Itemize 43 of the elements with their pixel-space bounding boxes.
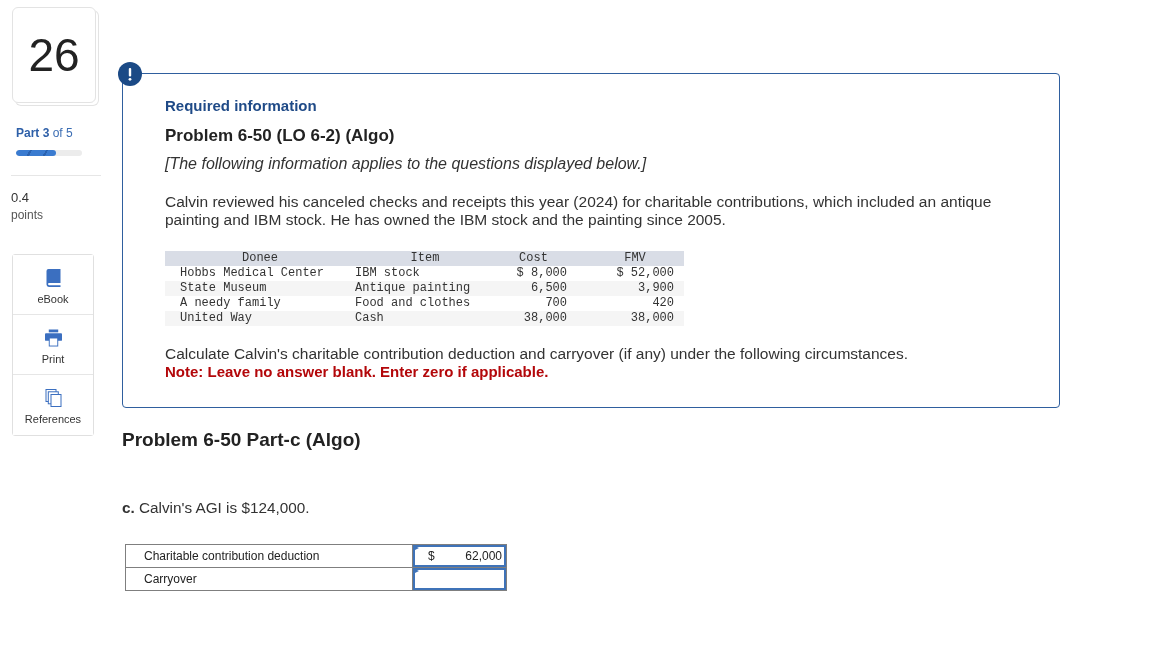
row-label: Carryover — [125, 567, 413, 591]
table-cell: IBM stock — [355, 266, 495, 281]
table-cell: 3,900 — [572, 281, 684, 296]
question-number: 26 — [12, 7, 96, 103]
alert-icon — [118, 62, 142, 86]
column-header: FMV — [572, 251, 684, 266]
problem-title: Problem 6-50 (LO 6-2) (Algo) — [165, 126, 396, 146]
points-value: 0.4 — [11, 190, 31, 206]
documents-icon — [44, 389, 62, 407]
corner-marker-icon — [413, 545, 419, 551]
table-cell: 420 — [572, 296, 684, 311]
table-cell: State Museum — [165, 281, 355, 296]
part-title: Problem 6-50 Part-c (Algo) — [122, 429, 362, 451]
section-heading: Required information — [165, 97, 318, 115]
table-cell: United Way — [165, 311, 355, 326]
row-label: Charitable contribution deduction — [125, 544, 413, 568]
note-text: Note: Leave no answer blank. Enter zero if applicable. — [165, 363, 550, 381]
intro-text: [The following information applies to the questions displayed below.] — [165, 154, 648, 174]
table-cell: Antique painting — [355, 281, 495, 296]
table-cell: $ 52,000 — [572, 266, 684, 281]
question-text: c. Calvin's AGI is $124,000. — [122, 498, 311, 518]
currency-prefix: $ — [428, 548, 435, 564]
tool-button[interactable]: eBook — [13, 255, 93, 315]
table-cell: 6,500 — [495, 281, 572, 296]
corner-marker-icon — [413, 568, 419, 574]
table-cell: Cash — [355, 311, 495, 326]
table-cell: A needy family — [165, 296, 355, 311]
part-indicator: Part 3 of 5 — [16, 125, 74, 141]
table-cell: $ 8,000 — [495, 266, 572, 281]
table-cell: Food and clothes — [355, 296, 495, 311]
book-icon — [44, 269, 62, 287]
printer-icon — [44, 329, 62, 347]
table-cell: 700 — [495, 296, 572, 311]
table-cell: Hobbs Medical Center — [165, 266, 355, 281]
points-label: points — [11, 208, 45, 222]
table-cell: 38,000 — [572, 311, 684, 326]
column-header: Donee — [165, 251, 355, 266]
answer-field[interactable] — [413, 568, 506, 590]
table-cell: 38,000 — [495, 311, 572, 326]
problem-text: Calvin reviewed his canceled checks and receipts this year (2024) for charitable contributions, which included an antique painting and IBM stock. He has owned the IBM stock and the painting since 2005. — [165, 193, 993, 229]
column-header: Item — [355, 251, 495, 266]
column-header: Cost — [495, 251, 572, 266]
instruction-text: Calculate Calvin's charitable contribution deduction and carryover (if any) under the following circumstances. — [165, 345, 910, 363]
